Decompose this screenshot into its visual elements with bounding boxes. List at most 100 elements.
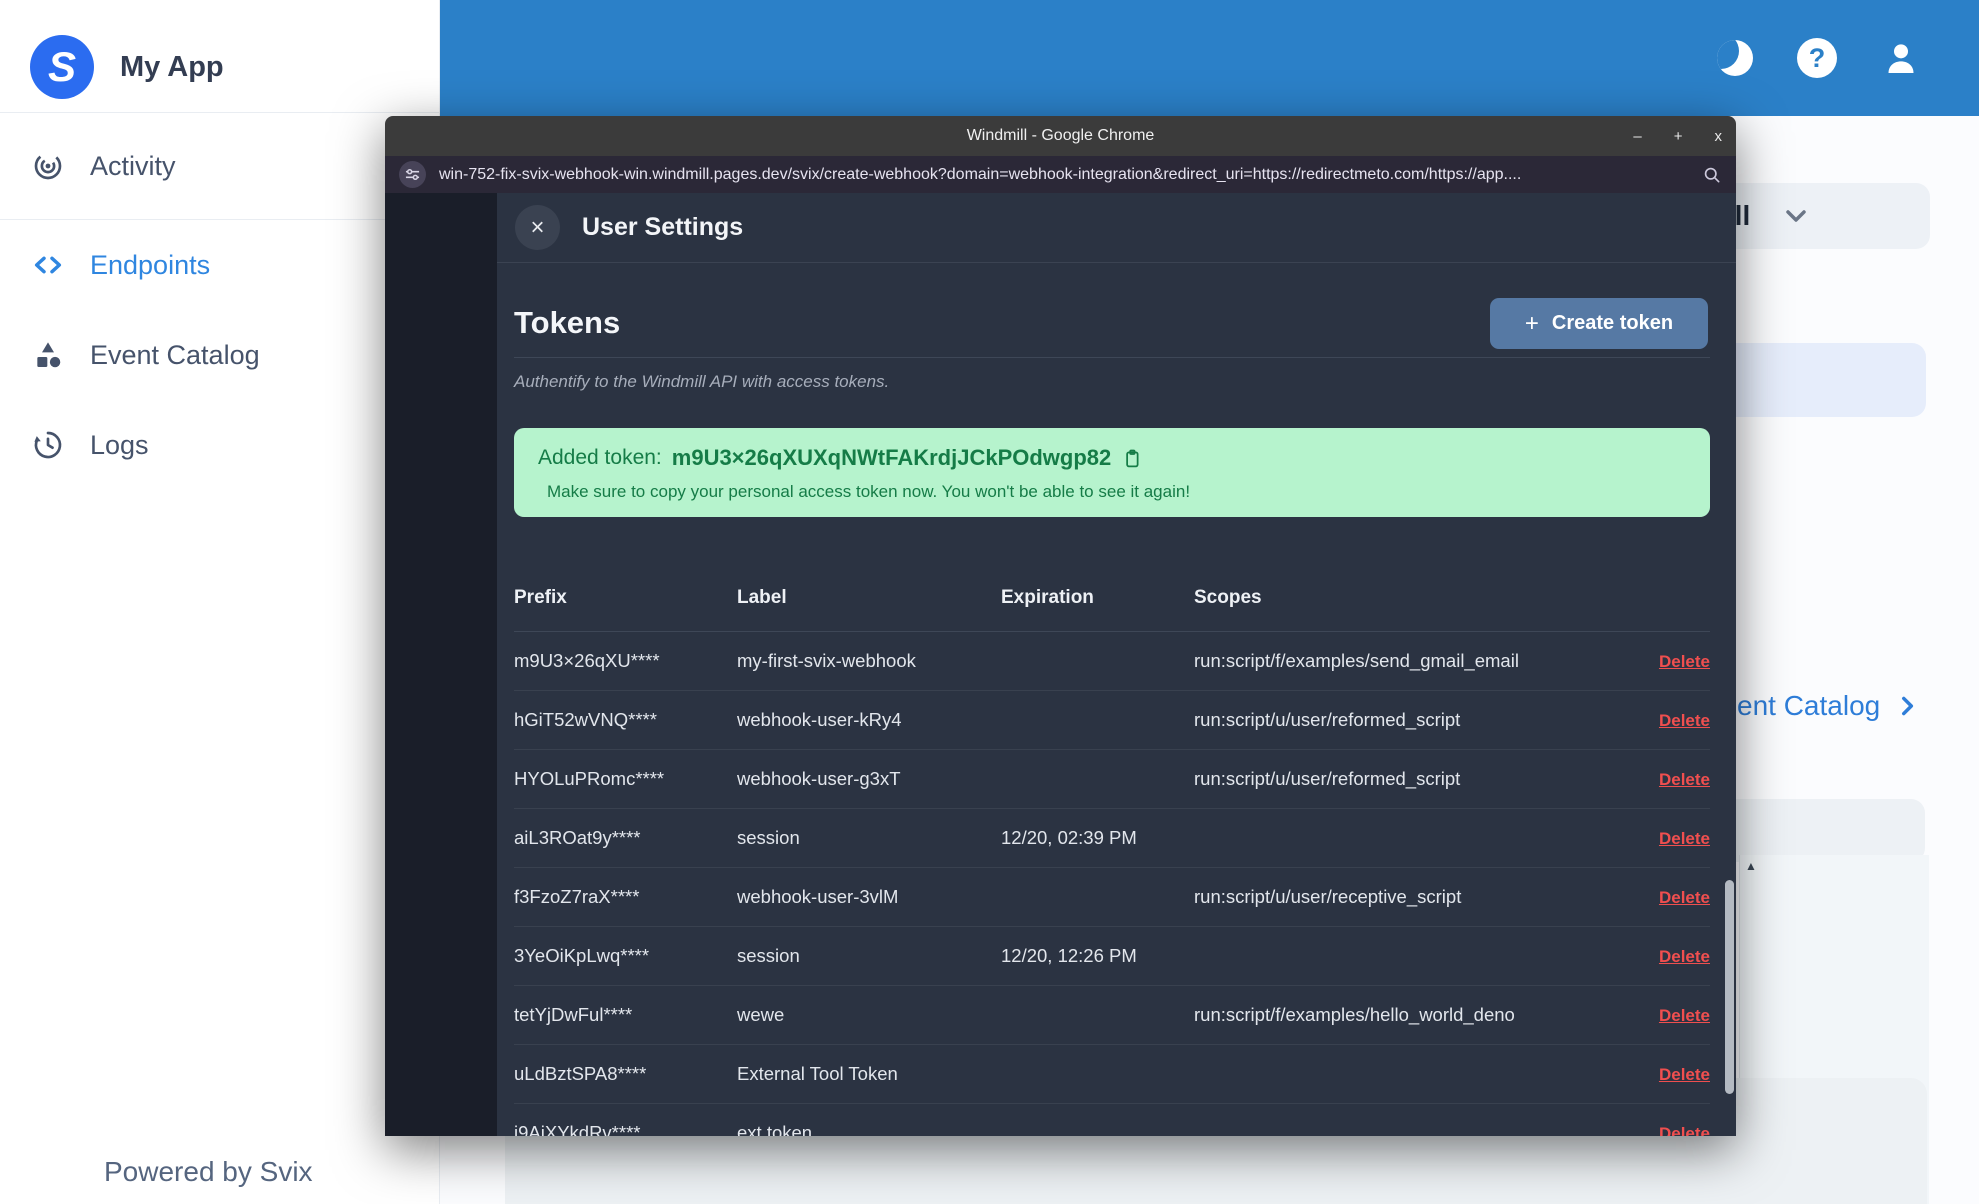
table-row: aiL3ROat9y**** session 12/20, 02:39 PM D… [514, 809, 1710, 868]
create-token-label: Create token [1551, 312, 1674, 334]
table-body: m9U3×26qXU**** my-first-svix-webhook run… [514, 632, 1710, 1136]
token-label: webhook-user-g3xT [737, 768, 901, 789]
token-scopes: run:script/u/user/reformed_script [1194, 768, 1461, 789]
table-row: hGiT52wVNQ**** webhook-user-kRy4 run:scr… [514, 691, 1710, 750]
drawer-title: User Settings [582, 213, 744, 241]
event-catalog-link-label: ent Catalog [1737, 690, 1881, 721]
token-prefix: f3FzoZ7raX**** [514, 886, 640, 907]
delete-cell: Delete [1618, 650, 1710, 672]
chrome-window: Windmill - Google Chrome – + x win-752-f… [385, 116, 1736, 1136]
sidebar-item-label: Event Catalog [90, 339, 260, 370]
site-settings-icon[interactable] [399, 161, 426, 188]
sidebar-item-logs[interactable]: Logs [0, 400, 439, 490]
maximize-button[interactable]: + [1674, 129, 1683, 144]
banner-token-value: m9U3×26qXUXqNWtFAKrdjJCkPOdwgp82 [671, 445, 1112, 470]
sidebar: S My App Activity Endpoints Event Catalo… [0, 0, 440, 1204]
col-prefix: Prefix [514, 587, 567, 608]
delete-token-link[interactable]: Delete [1659, 888, 1710, 907]
token-label: my-first-svix-webhook [737, 650, 916, 671]
token-label: External Tool Token [737, 1063, 898, 1084]
chevron-right-icon [1902, 696, 1914, 716]
address-input[interactable]: win-752-fix-svix-webhook-win.windmill.pa… [439, 166, 1689, 184]
token-label: session [737, 945, 800, 966]
copy-clipboard-icon[interactable] [1121, 448, 1142, 469]
minimize-button[interactable]: – [1633, 129, 1641, 144]
delete-cell: Delete [1618, 827, 1710, 849]
drawer-header: × User Settings [497, 193, 1736, 263]
delete-token-link[interactable]: Delete [1659, 1006, 1710, 1025]
help-icon[interactable]: ? [1797, 38, 1837, 78]
window-titlebar[interactable]: Windmill - Google Chrome – + x [385, 116, 1736, 156]
screen: ? indmill ent Catalog ▲ S My A [0, 0, 1979, 1204]
delete-token-link[interactable]: Delete [1659, 770, 1710, 789]
close-icon: × [530, 213, 545, 241]
table-row: tetYjDwFul**** wewe run:script/f/example… [514, 986, 1710, 1045]
token-prefix: m9U3×26qXU**** [514, 650, 660, 671]
close-drawer-button[interactable]: × [515, 205, 560, 250]
shapes-icon [37, 342, 61, 368]
user-profile-icon[interactable] [1881, 38, 1921, 78]
powered-by-svix: Powered by Svix [104, 1156, 313, 1187]
scroll-up-arrow-icon[interactable]: ▲ [1745, 859, 1757, 873]
col-expiration: Expiration [1001, 587, 1094, 608]
event-catalog-link[interactable]: ent Catalog [1737, 690, 1920, 722]
svix-logo: S [30, 35, 94, 99]
banner-token-line: Added token: m9U3×26qXUXqNWtFAKrdjJCkPOd… [538, 445, 1686, 471]
tokens-section-header: Tokens + Create token [514, 298, 1710, 358]
delete-token-link[interactable]: Delete [1659, 1065, 1710, 1084]
scrollbar-thumb[interactable] [1725, 880, 1734, 1094]
token-prefix: hGiT52wVNQ**** [514, 709, 657, 730]
dark-mode-toggle-moon-icon[interactable] [1717, 40, 1753, 76]
table-header-row: Prefix Label Expiration Scopes [514, 567, 1710, 632]
token-label: wewe [737, 1004, 785, 1025]
code-brackets-icon [34, 256, 62, 274]
delete-cell: Delete [1618, 945, 1710, 967]
delete-cell: Delete [1618, 709, 1710, 731]
close-button[interactable]: x [1715, 129, 1723, 144]
browser-page: × User Settings Tokens + Create token Au… [385, 193, 1736, 1136]
token-prefix: i9AiXYkdRv**** [514, 1122, 641, 1136]
delete-cell: Delete [1618, 886, 1710, 908]
delete-token-link[interactable]: Delete [1659, 652, 1710, 671]
create-token-button[interactable]: + Create token [1490, 298, 1708, 349]
sidebar-item-label: Logs [90, 429, 149, 460]
col-label: Label [737, 587, 787, 608]
delete-token-link[interactable]: Delete [1659, 711, 1710, 730]
activity-icon [34, 152, 62, 180]
user-settings-drawer: × User Settings Tokens + Create token Au… [497, 193, 1736, 1136]
token-prefix: aiL3ROat9y**** [514, 827, 641, 848]
delete-token-link[interactable]: Delete [1659, 947, 1710, 966]
token-expiration: 12/20, 12:26 PM [1001, 945, 1137, 966]
table-row: f3FzoZ7raX**** webhook-user-3vlM run:scr… [514, 868, 1710, 927]
token-created-banner: Added token: m9U3×26qXUXqNWtFAKrdjJCkPOd… [514, 428, 1710, 517]
delete-token-link[interactable]: Delete [1659, 829, 1710, 848]
tokens-table: Prefix Label Expiration Scopes m9U3×26qX… [514, 567, 1710, 1136]
table-row: 3YeOiKpLwq**** session 12/20, 12:26 PM D… [514, 927, 1710, 986]
delete-cell: Delete [1618, 1063, 1710, 1085]
app-topbar: ? [440, 0, 1979, 116]
token-label: session [737, 827, 800, 848]
plus-icon: + [1524, 309, 1539, 337]
token-label: webhook-user-kRy4 [737, 709, 902, 730]
url-bar: win-752-fix-svix-webhook-win.windmill.pa… [385, 156, 1736, 193]
token-scopes: run:script/u/user/receptive_script [1194, 886, 1462, 907]
token-label: ext token [737, 1122, 813, 1136]
sidebar-item-event-catalog[interactable]: Event Catalog [0, 310, 439, 400]
delete-token-link[interactable]: Delete [1659, 1124, 1710, 1136]
window-title: Windmill - Google Chrome [966, 127, 1155, 144]
table-row: i9AiXYkdRv**** ext token Delete [514, 1104, 1710, 1136]
sidebar-item-endpoints[interactable]: Endpoints [0, 220, 439, 310]
history-icon [34, 431, 62, 459]
table-row: uLdBztSPA8**** External Tool Token Delet… [514, 1045, 1710, 1104]
drawer-body: Tokens + Create token Authentify to the … [497, 298, 1736, 1136]
banner-note: Make sure to copy your personal access t… [547, 482, 1191, 501]
delete-cell: Delete [1618, 1122, 1710, 1136]
sidebar-item-label: Endpoints [90, 249, 211, 280]
sidebar-item-activity[interactable]: Activity [0, 113, 439, 219]
token-expiration: 12/20, 02:39 PM [1001, 827, 1137, 848]
token-scopes: run:script/f/examples/hello_world_deno [1194, 1004, 1515, 1025]
token-scopes: run:script/u/user/reformed_script [1194, 709, 1461, 730]
delete-cell: Delete [1618, 1004, 1710, 1026]
zoom-icon[interactable] [1702, 165, 1722, 185]
tokens-subtitle: Authentify to the Windmill API with acce… [514, 372, 890, 391]
